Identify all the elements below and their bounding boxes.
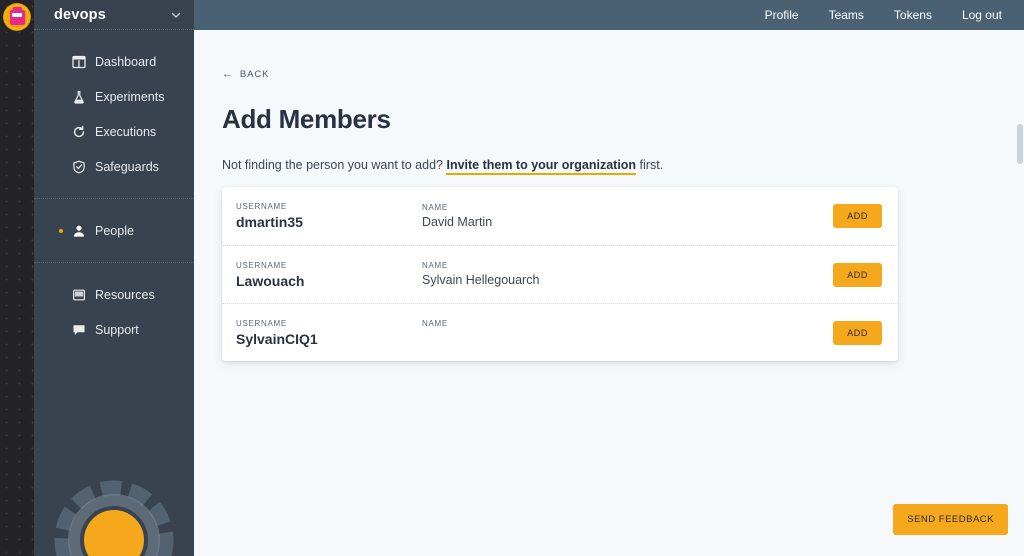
book-icon bbox=[72, 288, 86, 302]
topbar-link-profile[interactable]: Profile bbox=[765, 8, 799, 22]
member-name-value bbox=[422, 331, 833, 346]
member-username-value: Lawouach bbox=[236, 272, 305, 289]
topbar-link-tokens[interactable]: Tokens bbox=[894, 8, 932, 22]
add-member-button[interactable]: ADD bbox=[833, 262, 882, 287]
table-row: USERNAME Lawouach NAME Sylvain Hellegoua… bbox=[222, 245, 898, 303]
active-dot-indicator bbox=[59, 228, 63, 233]
sidebar-item-executions[interactable]: Executions bbox=[34, 114, 194, 149]
sidebar-item-support[interactable]: Support bbox=[34, 312, 194, 347]
member-name-cell: NAME Sylvain Hellegouarch bbox=[422, 261, 833, 288]
column-header-username: USERNAME bbox=[236, 318, 287, 328]
sidebar-item-label: Experiments bbox=[95, 89, 165, 104]
sidebar-item-resources[interactable]: Resources bbox=[34, 277, 194, 312]
chevron-down-icon bbox=[170, 9, 182, 21]
member-username-value: SylvainCIQ1 bbox=[236, 330, 318, 347]
flask-icon bbox=[72, 90, 86, 104]
column-header-name: NAME bbox=[422, 261, 448, 270]
sidebar-item-label: Safeguards bbox=[95, 159, 159, 174]
column-header-name: NAME bbox=[422, 202, 448, 212]
send-feedback-button[interactable]: SEND FEEDBACK bbox=[893, 504, 1008, 535]
member-username-value: dmartin35 bbox=[236, 214, 303, 230]
app-window: devops Dashboard Experiments Executions … bbox=[0, 0, 1024, 556]
back-button[interactable]: ← BACK bbox=[222, 68, 270, 81]
column-header-username: USERNAME bbox=[236, 260, 287, 270]
org-switcher[interactable]: devops bbox=[34, 0, 194, 30]
table-row: USERNAME dmartin35 NAME David Martin ADD bbox=[222, 187, 898, 245]
member-name-cell: NAME bbox=[422, 319, 833, 346]
add-member-button[interactable]: ADD bbox=[833, 320, 882, 345]
dashboard-grid-icon bbox=[72, 55, 86, 69]
top-navigation: Profile Teams Tokens Log out bbox=[194, 0, 1024, 30]
sidebar-item-safeguards[interactable]: Safeguards bbox=[34, 149, 194, 184]
member-name-value: Sylvain Hellegouarch bbox=[422, 273, 540, 287]
invite-organization-link[interactable]: Invite them to your organization bbox=[446, 158, 637, 175]
member-name-value: David Martin bbox=[422, 214, 493, 229]
sidebar-item-label: Support bbox=[95, 322, 139, 337]
members-list-card: USERNAME dmartin35 NAME David Martin ADD… bbox=[222, 187, 898, 361]
person-icon bbox=[72, 224, 86, 238]
back-label: BACK bbox=[239, 69, 270, 80]
sidebar-item-people[interactable]: People bbox=[34, 213, 194, 248]
left-rail bbox=[0, 0, 34, 556]
sidebar-item-label: Executions bbox=[95, 124, 157, 139]
robot-avatar-icon bbox=[9, 6, 25, 25]
sidebar-group-people: People bbox=[34, 198, 194, 262]
refresh-circle-icon bbox=[72, 125, 86, 139]
sidebar-item-dashboard[interactable]: Dashboard bbox=[34, 44, 194, 79]
page-title: Add Members bbox=[222, 104, 391, 134]
sidebar-item-label: People bbox=[95, 223, 134, 238]
sidebar-group-primary: Dashboard Experiments Executions Safegua… bbox=[34, 30, 194, 198]
org-name: devops bbox=[54, 6, 106, 23]
avatar[interactable] bbox=[4, 4, 30, 30]
table-row: USERNAME SylvainCIQ1 NAME ADD bbox=[222, 303, 898, 361]
member-username-cell: USERNAME SylvainCIQ1 bbox=[236, 319, 422, 347]
chat-bubble-icon bbox=[72, 323, 86, 337]
sidebar-item-experiments[interactable]: Experiments bbox=[34, 79, 194, 114]
add-member-button[interactable]: ADD bbox=[833, 204, 882, 228]
arrow-left-icon: ← bbox=[222, 68, 234, 80]
member-username-cell: USERNAME dmartin35 bbox=[236, 202, 422, 230]
sidebar: devops Dashboard Experiments Executions … bbox=[34, 0, 194, 556]
topbar-link-logout[interactable]: Log out bbox=[962, 8, 1002, 22]
column-header-username: USERNAME bbox=[236, 202, 287, 211]
sidebar-item-label: Dashboard bbox=[95, 54, 157, 69]
topbar-link-teams[interactable]: Teams bbox=[829, 8, 864, 22]
column-header-name: NAME bbox=[422, 319, 448, 328]
member-username-cell: USERNAME Lawouach bbox=[236, 261, 422, 289]
gear-decoration bbox=[54, 480, 174, 556]
main-content: ← BACK Add Members Not finding the perso… bbox=[194, 30, 1024, 556]
invite-hint-prefix: Not finding the person you want to add? bbox=[222, 158, 447, 172]
page-scrollbar-thumb[interactable] bbox=[1017, 124, 1023, 164]
sidebar-group-help: Resources Support bbox=[34, 262, 194, 361]
member-name-cell: NAME David Martin bbox=[422, 203, 833, 230]
invite-hint: Not finding the person you want to add? … bbox=[222, 158, 1024, 175]
shield-check-icon bbox=[72, 160, 86, 174]
sidebar-item-label: Resources bbox=[95, 287, 155, 302]
invite-hint-suffix: first. bbox=[636, 158, 664, 172]
page-scrollbar[interactable] bbox=[1015, 30, 1024, 556]
